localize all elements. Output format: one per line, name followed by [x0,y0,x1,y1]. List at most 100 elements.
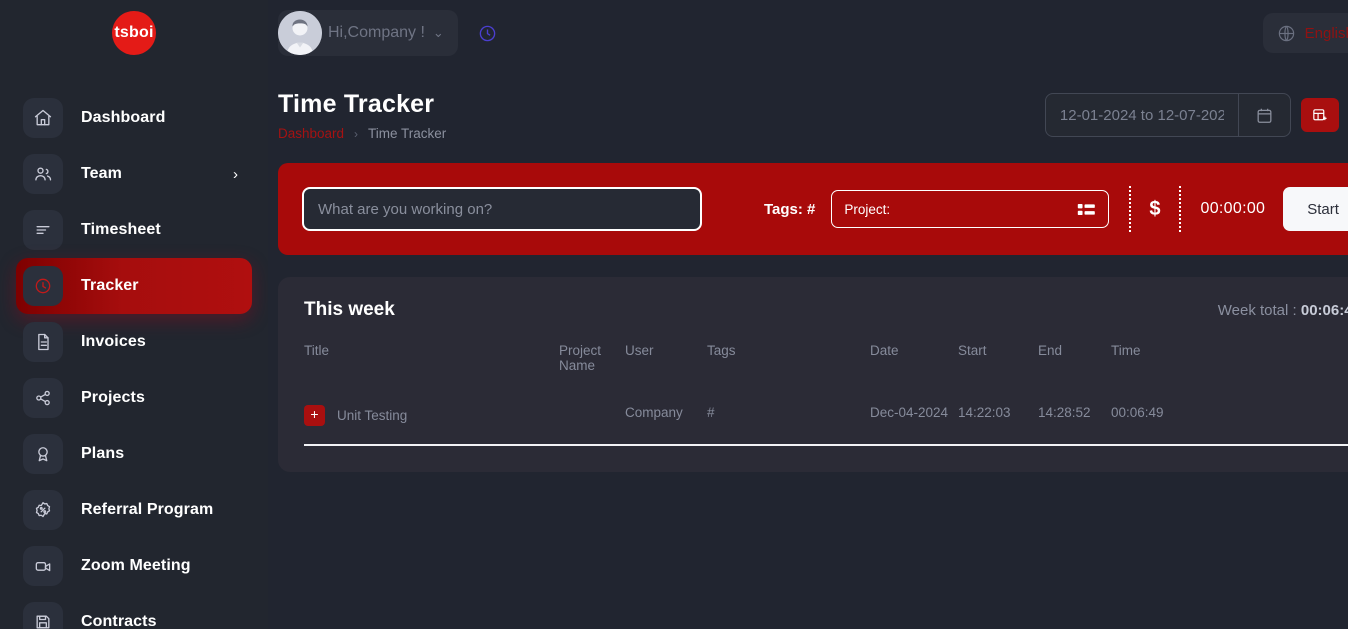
table-header-row: Title Project Name User Tags Date Start … [304,337,1348,391]
page-title-block: Time Tracker Dashboard › Time Tracker [278,90,446,141]
start-button[interactable]: Start [1283,187,1348,231]
column-header-start[interactable]: Start [958,337,1038,391]
sidebar-item-contracts[interactable]: Contracts [16,594,252,629]
sidebar-item-timesheet[interactable]: Timesheet [16,202,252,258]
week-total-label: Week total : [1217,302,1301,319]
date-range-input[interactable] [1045,94,1238,136]
section-title: This week [304,299,395,320]
avatar-placeholder-icon [278,11,322,55]
page-header: Time Tracker Dashboard › Time Tracker 12… [268,66,1348,141]
time-entries-table: Title Project Name User Tags Date Start … [304,337,1348,446]
sidebar-item-label: Zoom Meeting [81,557,191,574]
award-icon [23,434,63,474]
column-header-title[interactable]: Title [304,337,559,391]
table-body: + Unit Testing Company # Dec-04-2024 14:… [304,391,1348,446]
sidebar: tsboi Dashboard Team › Timesheet Tracker… [0,0,268,629]
week-total-value: 00:06:49 [1300,302,1348,319]
language-selector[interactable]: English ⌄ [1262,13,1348,53]
chevron-right-icon[interactable]: › [233,167,238,182]
column-header-tags[interactable]: Tags [707,337,870,391]
save-disk-icon [23,602,63,629]
card-header: This week Week total : 00:06:49 [304,299,1348,321]
cell-user: Company [625,391,707,446]
sidebar-item-label: Timesheet [81,221,161,238]
brand-logo[interactable]: tsboi [112,11,156,55]
table-head: Title Project Name User Tags Date Start … [304,337,1348,391]
user-greeting: Hi,Company ! [328,24,425,41]
cell-start: 14:22:03 [958,391,1038,446]
chevron-right-icon: › [354,126,359,141]
project-select-label: Project: [844,201,891,217]
table-row[interactable]: + Unit Testing Company # Dec-04-2024 14:… [304,391,1348,446]
breadcrumb-current: Time Tracker [368,126,447,141]
sidebar-item-invoices[interactable]: Invoices [16,314,252,370]
sidebar-item-label: Team [81,165,123,182]
cell-time: 00:06:49 [1111,391,1348,446]
divider [1178,186,1181,232]
column-header-project-name[interactable]: Project Name [559,337,625,391]
date-range-picker[interactable] [1044,93,1291,137]
topbar: Hi,Company ! ⌄ English ⌄ [268,0,1348,66]
table-add-button[interactable] [1300,98,1339,132]
column-header-user[interactable]: User [625,337,707,391]
dollar-icon[interactable]: $ [1149,198,1160,221]
sidebar-item-label: Contracts [81,613,157,629]
cell-tags: # [707,391,870,446]
users-icon [23,154,63,194]
sidebar-nav: Dashboard Team › Timesheet Tracker Invoi… [0,66,268,629]
table-add-icon [1313,108,1327,120]
expand-plus-icon[interactable]: + [304,405,325,426]
breadcrumb-parent[interactable]: Dashboard [278,126,344,141]
sidebar-item-tracker[interactable]: Tracker [16,258,252,314]
sidebar-item-label: Dashboard [81,109,166,126]
percent-badge-icon [23,490,63,530]
sidebar-item-referral-program[interactable]: Referral Program [16,482,252,538]
sidebar-item-label: Tracker [81,277,139,294]
clock-icon[interactable] [478,24,497,43]
week-total: Week total : 00:06:49 [1218,302,1348,319]
app-root: tsboi Dashboard Team › Timesheet Tracker… [0,0,1348,629]
language-label: English [1304,24,1348,42]
list-lines-icon [23,210,63,250]
sidebar-item-zoom-meeting[interactable]: Zoom Meeting [16,538,252,594]
sidebar-item-plans[interactable]: Plans [16,426,252,482]
project-select[interactable]: Project: [831,190,1110,228]
header-actions: + [1044,93,1348,137]
timer-bar: Tags: # Project: $ 00:00:00 Start [278,163,1348,255]
chevron-down-icon[interactable]: ⌄ [433,25,444,41]
sidebar-item-label: Projects [81,389,145,406]
globe-icon [1278,25,1294,41]
task-description-input[interactable] [302,187,702,231]
elapsed-time: 00:00:00 [1200,200,1266,217]
page-title: Time Tracker [278,90,435,118]
document-icon [23,322,63,362]
sidebar-item-team[interactable]: Team › [16,146,252,202]
home-icon [23,98,63,138]
entry-title: Unit Testing [337,408,408,423]
cell-title: + Unit Testing [304,391,559,446]
cell-end: 14:28:52 [1038,391,1111,446]
title-cell-wrap: + Unit Testing [304,405,559,426]
cell-date: Dec-04-2024 [870,391,958,446]
main-content: Hi,Company ! ⌄ English ⌄ Time Tracker Da… [268,0,1348,629]
breadcrumb: Dashboard › Time Tracker [278,126,446,141]
tags-label: Tags: # [764,200,816,218]
sidebar-item-label: Referral Program [81,501,214,518]
column-header-date[interactable]: Date [870,337,958,391]
calendar-icon[interactable] [1237,94,1290,136]
column-header-end[interactable]: End [1038,337,1111,391]
divider [1129,186,1132,232]
clock-icon [23,266,63,306]
sidebar-item-dashboard[interactable]: Dashboard [16,90,252,146]
share-nodes-icon [23,378,63,418]
video-camera-icon [23,546,63,586]
sidebar-item-projects[interactable]: Projects [16,370,252,426]
user-menu[interactable]: Hi,Company ! ⌄ [278,10,458,56]
list-grid-icon [1078,203,1096,215]
sidebar-item-label: Invoices [81,333,146,350]
this-week-card: This week Week total : 00:06:49 Title Pr… [278,277,1348,472]
sidebar-item-label: Plans [81,445,125,462]
column-header-time[interactable]: Time [1111,337,1348,391]
cell-project-name [559,391,625,446]
logo-container: tsboi [0,0,268,66]
